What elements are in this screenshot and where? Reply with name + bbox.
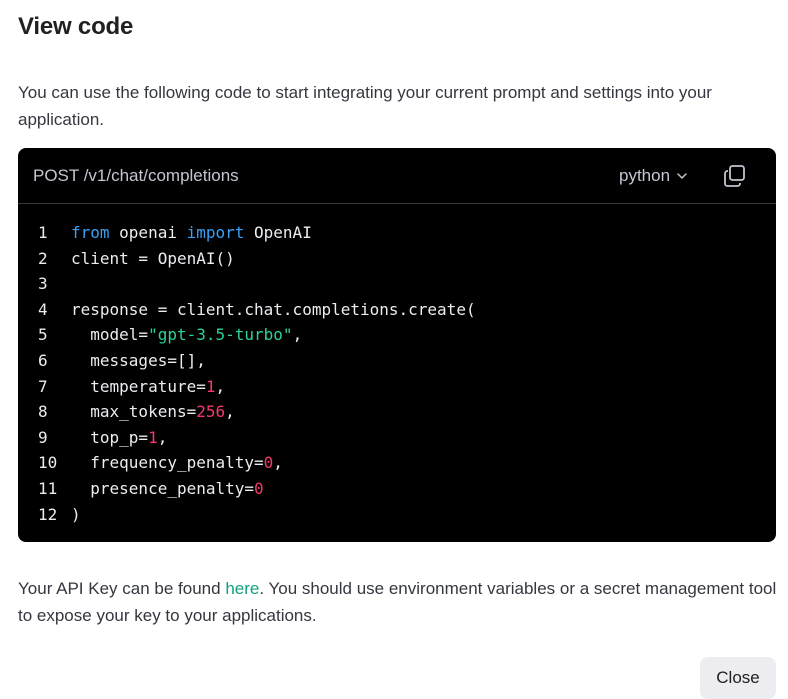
code-line: 1 from openai import OpenAI	[18, 220, 776, 246]
code-token: )	[71, 504, 81, 524]
view-code-dialog: View code You can use the following code…	[0, 0, 788, 699]
code-panel-header: POST /v1/chat/completions python	[18, 148, 776, 204]
line-number: 8	[38, 402, 48, 422]
code-text: presence_penalty=0	[71, 476, 264, 502]
code-token: model=	[71, 325, 149, 345]
code-token: ,	[292, 325, 303, 345]
code-text: messages=[],	[71, 348, 206, 374]
code-token: top_p=	[71, 427, 149, 447]
code-token: max_tokens=	[71, 402, 197, 422]
code-token: ,	[225, 402, 235, 422]
code-token: client = OpenAI()	[71, 248, 235, 268]
line-number: 12	[38, 504, 58, 524]
code-token: ,	[157, 427, 168, 447]
code-token: ,	[215, 376, 226, 396]
code-token: openai	[109, 223, 187, 242]
code-text: model="gpt-3.5-turbo",	[71, 322, 302, 348]
code-token: messages=[],	[71, 350, 206, 370]
code-text: client = OpenAI()	[71, 246, 235, 272]
code-token: presence_penalty=	[71, 478, 255, 498]
code-token: response = client.chat.completions.creat…	[71, 299, 476, 319]
code-text: )	[71, 502, 81, 528]
code-token: 1	[148, 427, 158, 447]
code-line: 11 presence_penalty=0	[18, 476, 776, 502]
code-line: 8 max_tokens=256,	[18, 399, 776, 425]
line-number: 3	[38, 274, 48, 294]
line-number: 9	[38, 427, 48, 447]
code-line: 3	[18, 271, 776, 297]
code-token: OpenAI	[244, 223, 312, 242]
dialog-title: View code	[18, 13, 134, 40]
code-token: ,	[273, 453, 283, 473]
code-text: response = client.chat.completions.creat…	[71, 297, 476, 323]
code-token: import	[186, 223, 245, 242]
api-key-note-text: Your API Key can be found	[18, 579, 226, 598]
code-line: 12)	[18, 502, 776, 528]
code-text: top_p=1,	[71, 425, 167, 451]
api-key-link[interactable]: here	[225, 579, 259, 598]
code-token: temperature=	[71, 376, 206, 396]
code-editor[interactable]: 1 from openai import OpenAI 2 client = Open…	[18, 220, 776, 527]
code-token: from	[71, 223, 110, 242]
line-number: 6	[38, 350, 48, 370]
dialog-intro-text: You can use the following code to start …	[18, 83, 712, 129]
code-token: 0	[254, 478, 264, 498]
code-line: 2 client = OpenAI()	[18, 246, 776, 272]
code-text: frequency_penalty=0,	[71, 450, 283, 476]
code-token: 256	[196, 402, 226, 422]
code-line: 9 top_p=1,	[18, 425, 776, 451]
line-number: 1	[38, 223, 48, 242]
line-number: 2	[38, 248, 48, 268]
code-line: 10 frequency_penalty=0,	[18, 450, 776, 476]
close-button[interactable]: Close	[700, 657, 776, 699]
code-line: 5 model="gpt-3.5-turbo",	[18, 322, 776, 348]
code-text: max_tokens=256,	[71, 399, 235, 425]
code-token: 1	[205, 376, 216, 396]
line-number: 7	[38, 376, 48, 396]
line-number: 10	[38, 453, 58, 473]
code-token: "gpt-3.5-turbo"	[148, 325, 293, 345]
code-line: 4 response = client.chat.completions.crea…	[18, 297, 776, 323]
copy-icon[interactable]	[722, 163, 748, 189]
line-number: 11	[38, 478, 58, 498]
code-text: from openai import OpenAI	[71, 220, 312, 246]
code-token: frequency_penalty=	[71, 453, 264, 473]
line-number: 5	[38, 325, 48, 345]
code-panel: POST /v1/chat/completions python 1 from o…	[18, 148, 776, 542]
line-number: 4	[38, 299, 48, 319]
language-select-value: python	[619, 166, 671, 185]
code-text: temperature=1,	[71, 374, 225, 400]
endpoint-label: POST /v1/chat/completions	[33, 166, 239, 185]
code-line: 6 messages=[],	[18, 348, 776, 374]
language-select[interactable]: python	[619, 166, 688, 186]
code-token: 0	[263, 453, 274, 473]
code-line: 7 temperature=1,	[18, 374, 776, 400]
chevron-down-icon	[677, 173, 687, 179]
api-key-note: Your API Key can be found here. You shou…	[18, 575, 778, 629]
